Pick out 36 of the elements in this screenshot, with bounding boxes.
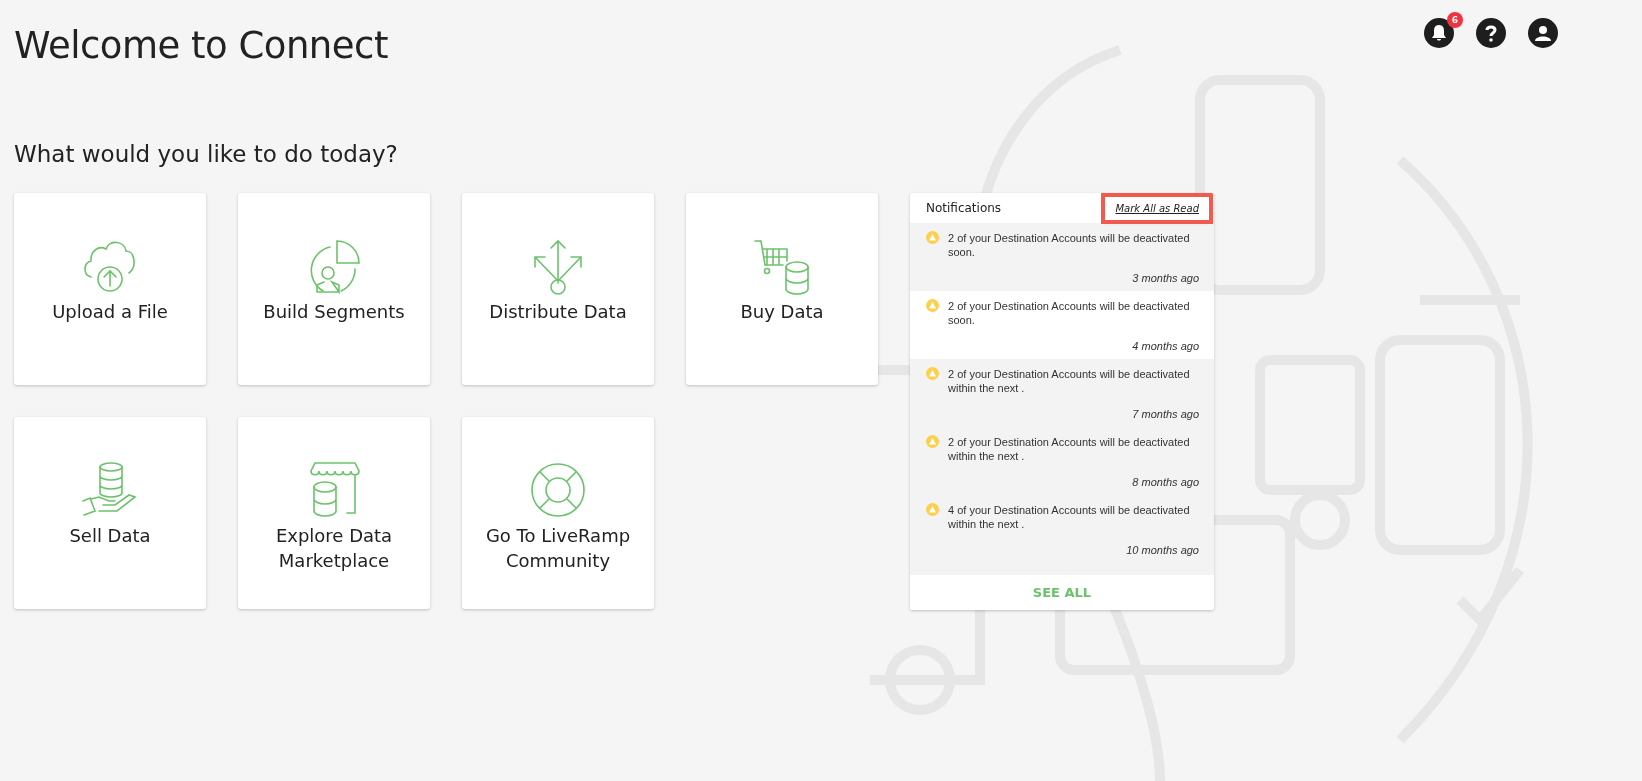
notification-time: 3 months ago bbox=[1131, 272, 1199, 286]
notification-count-badge: 6 bbox=[1447, 12, 1463, 28]
user-icon bbox=[1534, 25, 1552, 41]
notification-time: 7 months ago bbox=[1131, 408, 1199, 422]
action-tile[interactable]: Buy Data bbox=[686, 193, 878, 385]
action-tile[interactable]: Distribute Data bbox=[462, 193, 654, 385]
action-tile[interactable]: Go To LiveRamp Community bbox=[462, 417, 654, 609]
warning-icon bbox=[926, 299, 939, 312]
warning-icon bbox=[926, 367, 939, 380]
warning-icon bbox=[926, 231, 939, 244]
notification-time: 8 months ago bbox=[1131, 476, 1199, 490]
lifebuoy-icon bbox=[529, 461, 587, 519]
notification-item[interactable]: 2 of your Destination Accounts will be deactivated soon. 4 months ago bbox=[910, 291, 1214, 359]
section-heading: What would you like to do today? bbox=[14, 141, 399, 167]
notification-time: 4 months ago bbox=[1131, 340, 1199, 354]
warning-icon bbox=[926, 503, 939, 516]
question-mark-icon bbox=[1484, 24, 1498, 42]
action-tile[interactable]: Upload a File bbox=[14, 193, 206, 385]
bell-icon bbox=[1431, 24, 1447, 42]
panel-title: Notifications bbox=[926, 201, 1002, 215]
help-button[interactable] bbox=[1476, 18, 1506, 48]
notifications-button[interactable] bbox=[1424, 18, 1454, 48]
notification-text: 2 of your Destination Accounts will be deactivated soon. bbox=[948, 231, 1191, 260]
cart-database-icon bbox=[753, 237, 811, 295]
warning-icon bbox=[926, 435, 939, 448]
notification-text: 2 of your Destination Accounts will be deactivated within the next . bbox=[948, 367, 1191, 396]
notification-text: 4 of your Destination Accounts will be deactivated within the next . bbox=[948, 503, 1191, 532]
hand-database-icon bbox=[81, 461, 139, 519]
action-tile[interactable]: Sell Data bbox=[14, 417, 206, 609]
notification-text: 2 of your Destination Accounts will be deactivated soon. bbox=[948, 299, 1191, 328]
action-tile[interactable]: Build Segments bbox=[238, 193, 430, 385]
account-button[interactable] bbox=[1528, 18, 1558, 48]
notification-time: 10 months ago bbox=[1125, 544, 1199, 558]
page-title: Welcome to Connect bbox=[14, 24, 388, 67]
action-tile[interactable]: Explore Data Marketplace bbox=[238, 417, 430, 609]
notification-text: 2 of your Destination Accounts will be deactivated within the next . bbox=[948, 435, 1191, 464]
